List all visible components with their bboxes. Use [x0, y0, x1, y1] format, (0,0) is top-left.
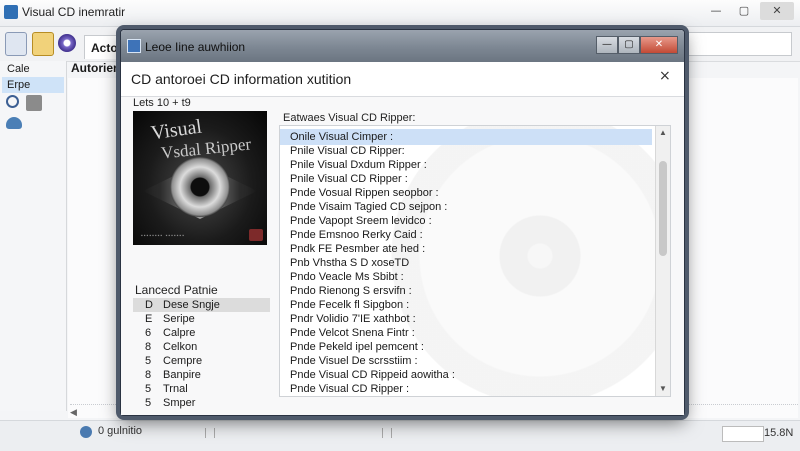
art-disc-icon [170, 157, 230, 217]
minimize-icon[interactable]: — [705, 2, 727, 20]
dialog-title-bar[interactable]: Leoe Iine auwhiion — ▢ ✕ [121, 30, 684, 62]
track-row[interactable]: D Dese Sngje [133, 298, 270, 312]
dialog-minimize-icon[interactable]: — [596, 36, 618, 54]
status-size: 15.8N [764, 427, 794, 439]
toolbar-search-field[interactable] [680, 32, 792, 56]
track-name: Calpre [163, 327, 196, 339]
track-name: Trnal [163, 383, 188, 395]
releases-label: Eatwaes Visual CD Ripper: [283, 112, 416, 124]
track-number: E [145, 313, 153, 325]
tool-icon[interactable] [26, 95, 42, 111]
track-name: Smper [163, 397, 196, 409]
app-icon [4, 5, 18, 19]
track-name: Seripe [163, 313, 195, 325]
search-icon[interactable] [6, 95, 19, 108]
release-label: Pnde Visual CD Ripper : [290, 383, 410, 395]
dialog-maximize-icon[interactable]: ▢ [618, 36, 640, 54]
header-close-icon[interactable]: × [659, 68, 671, 84]
scroll-down-icon[interactable]: ▼ [656, 382, 670, 396]
maximize-icon[interactable]: ▢ [733, 2, 755, 20]
track-number: 5 [145, 355, 152, 367]
track-row[interactable]: 8 Celkon [133, 340, 270, 354]
track-name: Cempre [163, 355, 203, 367]
sidebar: Cale Erpe [0, 61, 67, 411]
track-name: Dese Sngje [163, 299, 220, 311]
track-number: 6 [145, 327, 152, 339]
cd-information-dialog: Leoe Iine auwhiion — ▢ ✕ CD antoroei CD … [120, 29, 685, 416]
dialog-header: CD antoroei CD information xutition × [121, 62, 684, 97]
tracks-heading: Lancecd Patnie [135, 283, 218, 297]
dialog-app-icon [127, 39, 141, 53]
track-number: 8 [145, 341, 152, 353]
scroll-left-icon[interactable]: ◀ [70, 407, 77, 418]
sidebar-item-cale[interactable]: Cale [2, 61, 64, 77]
content-header: Autorienr [71, 61, 125, 75]
art-footer-text: ▪▪▪▪▪▪▪▪ ▪▪▪▪▪▪▪ [141, 233, 185, 239]
release-list-item[interactable]: Pnde Visual CD Ripper : [280, 381, 652, 396]
track-row[interactable]: 5 Trnal [133, 382, 270, 396]
network-icon[interactable] [6, 117, 22, 129]
track-number: 8 [145, 369, 152, 381]
track-row[interactable]: E Seripe [133, 312, 270, 326]
document-icon[interactable] [5, 32, 27, 56]
vertical-scrollbar[interactable]: ▲ ▼ [655, 126, 670, 396]
status-separator [205, 428, 215, 438]
track-row[interactable]: 6 Calpre [133, 326, 270, 340]
art-logo-badge [249, 229, 263, 241]
scrollbar-thumb[interactable] [659, 161, 667, 256]
dialog-body: Lets 10 + t9 Visual Vsdal Ripper ▪▪▪▪▪▪▪… [121, 97, 684, 415]
sidebar-item-erpe[interactable]: Erpe [2, 77, 64, 93]
main-window-title: Visual CD inemratir [22, 5, 126, 19]
track-row[interactable]: 5 Smper [133, 396, 270, 410]
track-list[interactable]: D Dese Sngje E Seripe 6 Calpre 8 Celkon 5 Cempre 8… [133, 298, 270, 415]
status-progress [722, 426, 764, 442]
album-art: Visual Vsdal Ripper ▪▪▪▪▪▪▪▪ ▪▪▪▪▪▪▪ [133, 111, 267, 245]
track-row[interactable]: 5 Cempre [133, 354, 270, 368]
main-title-bar: Visual CD inemratir — ▢ ✕ [0, 0, 800, 27]
close-icon[interactable]: ✕ [760, 2, 794, 20]
track-number: 5 [145, 397, 152, 409]
scroll-up-icon[interactable]: ▲ [656, 126, 670, 140]
folder-icon[interactable] [32, 32, 54, 56]
releases-panel: Eatwaes Visual CD Ripper: Onile Visual C… [279, 109, 672, 415]
disc-icon[interactable] [58, 34, 76, 52]
track-row[interactable]: 8 Banpire [133, 368, 270, 382]
status-separator [382, 428, 392, 438]
list-caption: Lets 10 + t9 [133, 97, 191, 109]
status-text: 0 gulnitio [98, 425, 143, 437]
track-name: Celkon [163, 341, 198, 353]
track-number: D [145, 299, 153, 311]
status-icon [80, 426, 92, 438]
releases-list[interactable]: Onile Visual Cimper : Pnile Visual CD Rip… [279, 125, 671, 397]
track-name: Banpire [163, 369, 201, 381]
dialog-window-title: Leoe Iine auwhiion [145, 40, 246, 54]
dialog-header-title: CD antoroei CD information xutition [131, 71, 352, 87]
track-number: 5 [145, 383, 152, 395]
dialog-close-icon[interactable]: ✕ [640, 36, 678, 54]
